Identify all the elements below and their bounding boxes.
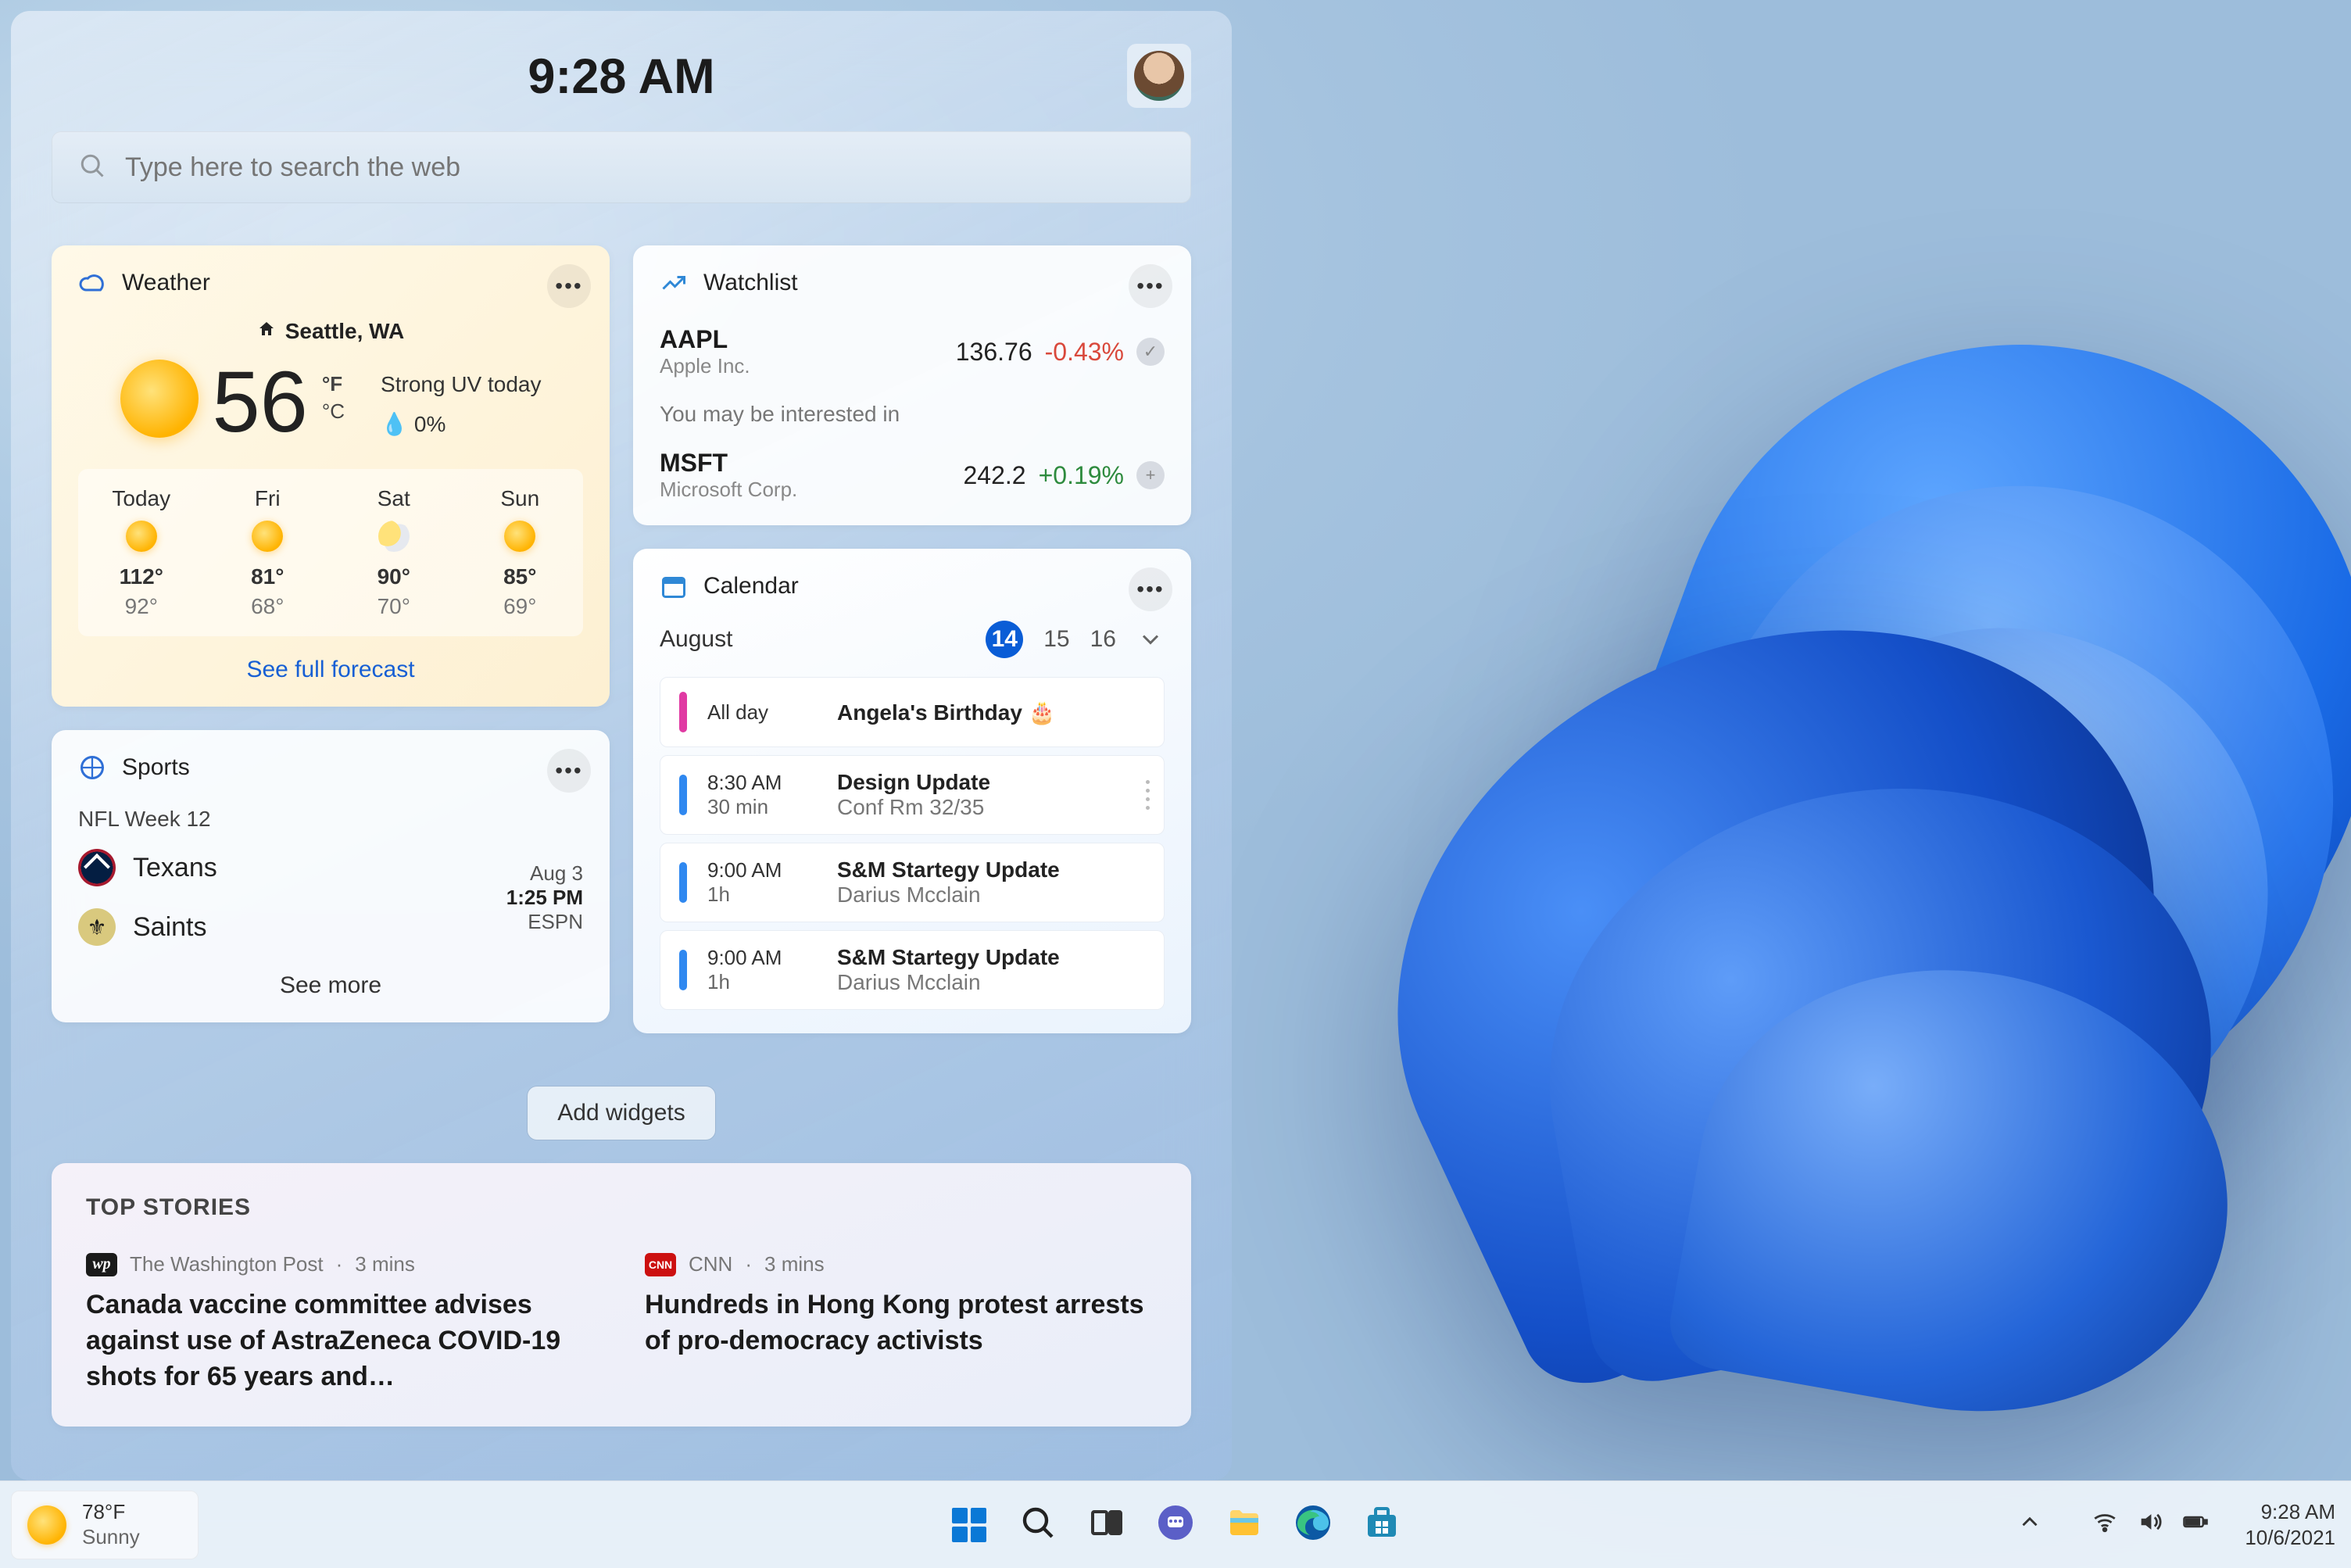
droplet-icon: 💧 <box>381 411 408 437</box>
sun-icon <box>27 1505 66 1545</box>
windows-logo-icon <box>952 1508 986 1542</box>
tray-overflow-button[interactable] <box>2004 1501 2056 1548</box>
user-avatar[interactable] <box>1127 44 1191 108</box>
weather-icon <box>78 269 106 297</box>
forecast-row: Today112°92° Fri81°68° Sat90°70° Sun85°6… <box>78 469 583 636</box>
calendar-widget[interactable]: Calendar ••• August 14 15 16 All day <box>633 549 1191 1033</box>
tray-clock[interactable]: 9:28 AM 10/6/2021 <box>2245 1499 2335 1550</box>
card-title: Weather <box>122 270 210 296</box>
search-icon <box>78 152 106 184</box>
see-more-link[interactable]: See more <box>78 972 583 999</box>
store-icon <box>1363 1504 1401 1545</box>
taskbar-search-button[interactable] <box>1010 1497 1066 1553</box>
story-source: CNN CNN·3 mins <box>645 1252 1157 1276</box>
card-title: Watchlist <box>703 270 798 296</box>
microsoft-store-button[interactable] <box>1354 1497 1410 1553</box>
chat-button[interactable] <box>1147 1497 1204 1553</box>
edge-browser-button[interactable] <box>1285 1497 1341 1553</box>
task-view-icon <box>1088 1504 1125 1545</box>
card-menu-button[interactable]: ••• <box>1129 567 1172 611</box>
calendar-event[interactable]: 8:30 AM30 min Design UpdateConf Rm 32/35 <box>660 755 1165 835</box>
widgets-panel: 9:28 AM Weather ••• Seattle, WA <box>11 11 1232 1480</box>
see-full-forecast-link[interactable]: See full forecast <box>78 657 583 683</box>
taskbar: 78°FSunny <box>0 1480 2351 1568</box>
forecast-day[interactable]: Sun85°69° <box>457 486 584 619</box>
add-icon[interactable]: + <box>1136 461 1165 489</box>
tray-network-volume-battery[interactable] <box>2079 1501 2221 1548</box>
top-stories-widget[interactable]: TOP STORIES wp The Washington Post·3 min… <box>52 1163 1191 1427</box>
watchlist-widget[interactable]: Watchlist ••• AAPL Apple Inc. 136.76 -0.… <box>633 245 1191 525</box>
source-badge-icon: wp <box>86 1253 117 1276</box>
weather-widget[interactable]: Weather ••• Seattle, WA 56 °F °C Strong … <box>52 245 610 707</box>
weather-location: Seattle, WA <box>78 319 583 344</box>
story-headline: Canada vaccine committee advises against… <box>86 1287 598 1395</box>
team-row: Texans <box>78 849 217 886</box>
calendar-event[interactable]: 9:00 AM1h S&M Startegy UpdateDarius Mccl… <box>660 843 1165 922</box>
file-explorer-button[interactable] <box>1216 1497 1272 1553</box>
stock-change: -0.43% <box>1045 338 1124 367</box>
search-input[interactable] <box>125 152 1165 183</box>
calendar-day[interactable]: 15 <box>1043 626 1069 653</box>
chevron-up-icon <box>2016 1509 2043 1541</box>
weather-note: Strong UV today 💧0% <box>381 372 541 437</box>
calendar-event[interactable]: 9:00 AM1h S&M Startegy UpdateDarius Mccl… <box>660 930 1165 1010</box>
add-widgets-button[interactable]: Add widgets <box>528 1087 715 1140</box>
chat-icon <box>1157 1504 1194 1545</box>
card-menu-button[interactable]: ••• <box>1129 264 1172 308</box>
team-logo-icon <box>78 849 116 886</box>
home-icon <box>257 319 276 344</box>
calendar-month: August <box>660 626 732 653</box>
card-title: Sports <box>122 754 190 781</box>
watchlist-subheader: You may be interested in <box>660 402 1165 427</box>
start-button[interactable] <box>941 1497 997 1553</box>
calendar-day[interactable]: 16 <box>1090 626 1116 653</box>
team-logo-icon <box>78 908 116 946</box>
story-item[interactable]: wp The Washington Post·3 mins Canada vac… <box>86 1252 598 1395</box>
stock-row[interactable]: MSFT Microsoft Corp. 242.2 +0.19% + <box>660 449 1165 502</box>
sports-subtitle: NFL Week 12 <box>78 807 583 832</box>
check-icon[interactable]: ✓ <box>1136 338 1165 366</box>
calendar-day-picker[interactable]: 14 15 16 <box>986 621 1165 658</box>
sports-widget[interactable]: Sports ••• NFL Week 12 Texans Saints Aug… <box>52 730 610 1022</box>
calendar-event[interactable]: All day Angela's Birthday 🎂 <box>660 677 1165 747</box>
taskbar-weather[interactable]: 78°FSunny <box>11 1491 199 1559</box>
calendar-day-selected[interactable]: 14 <box>986 621 1023 658</box>
stock-row[interactable]: AAPL Apple Inc. 136.76 -0.43% ✓ <box>660 325 1165 378</box>
chevron-down-icon[interactable] <box>1136 625 1165 653</box>
sun-icon <box>120 360 199 438</box>
stock-price: 242.2 <box>964 461 1026 490</box>
wifi-icon <box>2092 1509 2118 1541</box>
forecast-day[interactable]: Sat90°70° <box>331 486 457 619</box>
battery-icon <box>2182 1509 2209 1541</box>
match-row[interactable]: Texans Saints Aug 3 1:25 PM ESPN <box>78 849 583 946</box>
card-menu-button[interactable]: ••• <box>547 749 591 793</box>
team-row: Saints <box>78 908 217 946</box>
story-item[interactable]: CNN CNN·3 mins Hundreds in Hong Kong pro… <box>645 1252 1157 1395</box>
forecast-day[interactable]: Fri81°68° <box>205 486 331 619</box>
panel-clock: 9:28 AM <box>52 48 1191 105</box>
edge-icon <box>1294 1504 1332 1545</box>
current-temp: 56 <box>213 360 308 446</box>
folder-icon <box>1226 1504 1263 1545</box>
sports-icon <box>78 754 106 782</box>
match-meta: Aug 3 1:25 PM ESPN <box>506 861 583 934</box>
stock-price: 136.76 <box>956 338 1032 367</box>
volume-icon <box>2137 1509 2163 1541</box>
calendar-icon <box>660 572 688 600</box>
temp-units[interactable]: °F °C <box>322 372 345 424</box>
task-view-button[interactable] <box>1079 1497 1135 1553</box>
story-headline: Hundreds in Hong Kong protest arrests of… <box>645 1287 1157 1359</box>
search-bar[interactable] <box>52 131 1191 203</box>
stock-change: +0.19% <box>1039 461 1124 490</box>
forecast-day[interactable]: Today112°92° <box>78 486 205 619</box>
search-icon <box>1019 1504 1057 1545</box>
drag-handle-icon[interactable] <box>1146 780 1150 810</box>
stories-title: TOP STORIES <box>86 1194 1157 1221</box>
story-source: wp The Washington Post·3 mins <box>86 1252 598 1276</box>
card-menu-button[interactable]: ••• <box>547 264 591 308</box>
watchlist-icon <box>660 269 688 297</box>
source-badge-icon: CNN <box>645 1253 676 1276</box>
card-title: Calendar <box>703 573 799 600</box>
